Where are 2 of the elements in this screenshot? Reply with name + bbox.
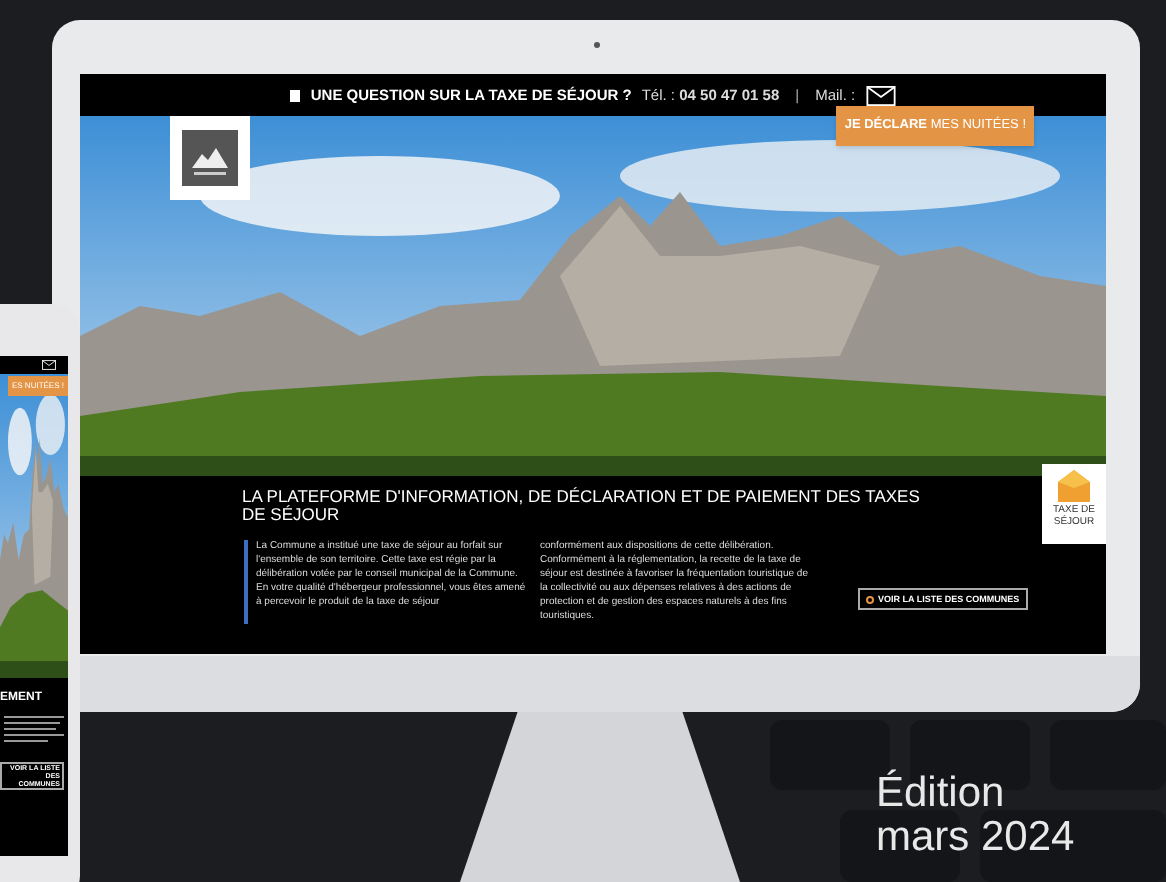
edition-label: Édition mars 2024	[876, 772, 1076, 860]
page-heading: LA PLATEFORME D'INFORMATION, DE DÉCLARATION ET DE PAIEMENT DES TAXES DE SÉJOUR	[242, 488, 922, 524]
